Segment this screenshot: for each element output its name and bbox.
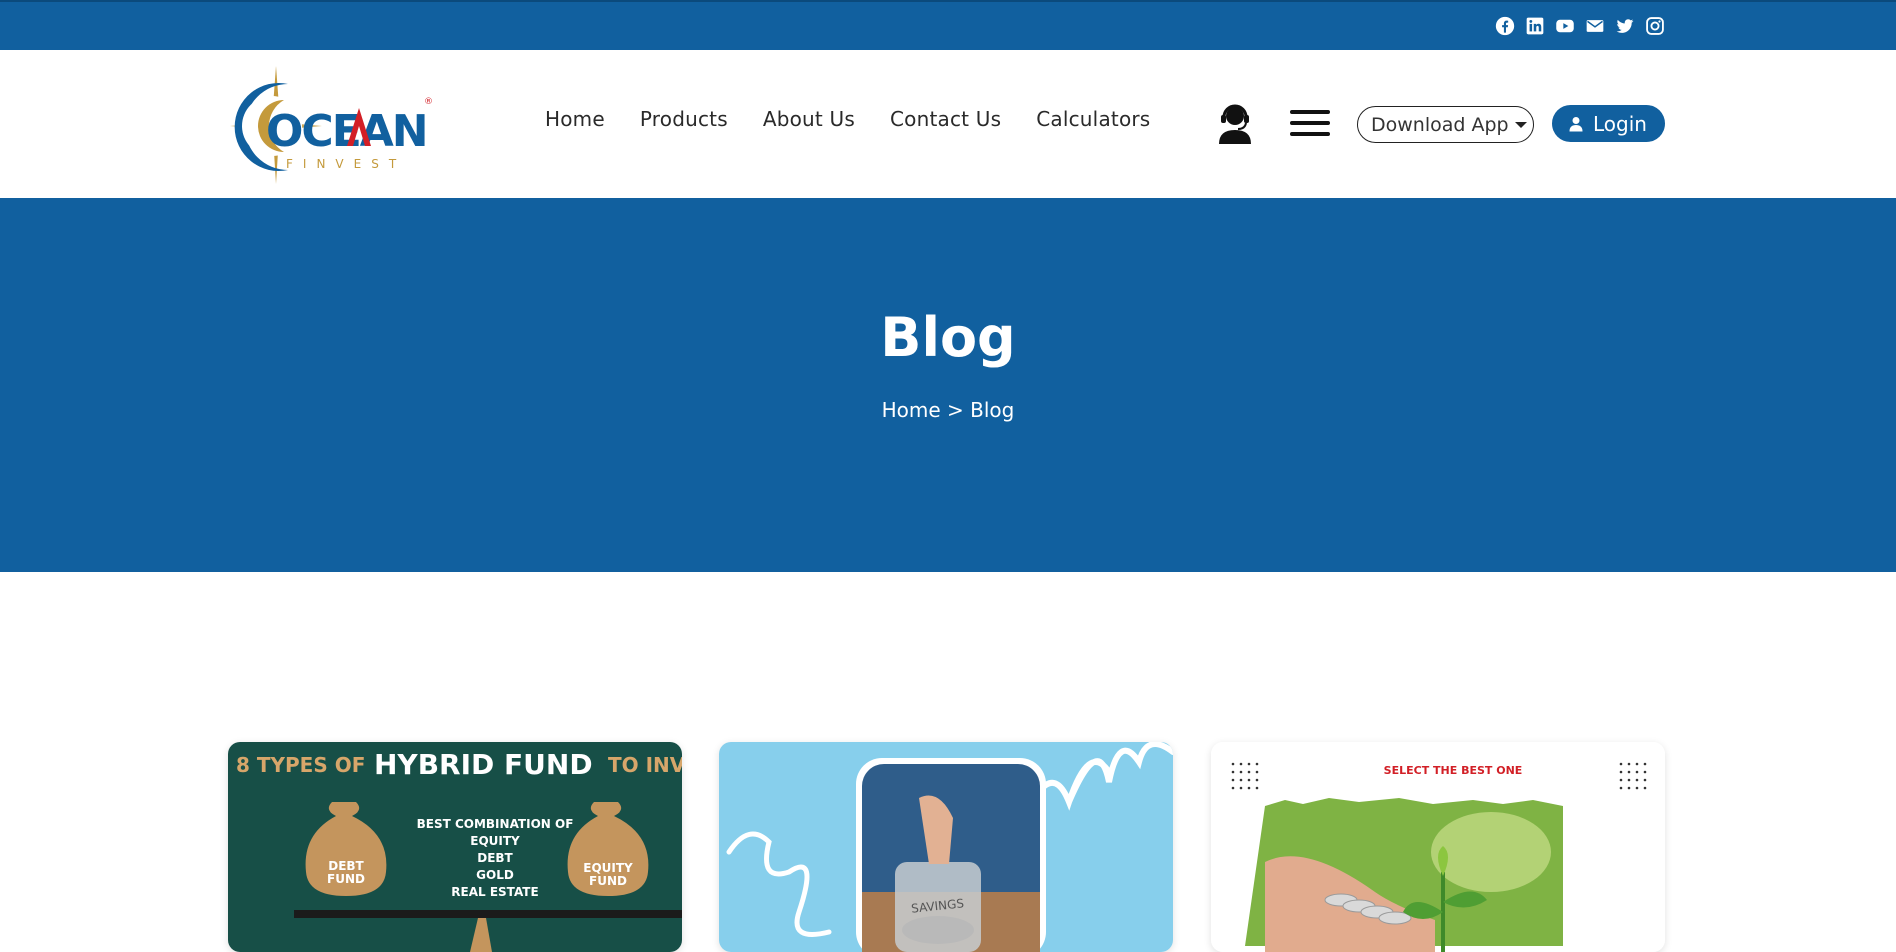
page-title: Blog [880,306,1016,369]
svg-text:TO INV: TO INV [608,753,682,777]
blog-card-savings[interactable]: SAVINGS [719,742,1173,952]
svg-text:SELECT THE BEST ONE: SELECT THE BEST ONE [1384,764,1523,777]
logo-wordmark: OCEAN [266,106,427,157]
main-nav: Home Products About Us Contact Us Calcul… [545,107,1150,131]
nav-contact-us[interactable]: Contact Us [890,107,1001,131]
hamburger-menu-icon[interactable] [1290,110,1330,138]
blog-card-select-best[interactable]: SELECT THE BEST ONE [1211,742,1665,952]
top-bar [0,0,1896,50]
twitter-icon[interactable] [1614,15,1636,37]
download-app-label: Download App [1371,113,1509,136]
mail-icon[interactable] [1584,15,1606,37]
breadcrumb-current: Blog [970,398,1015,422]
download-app-dropdown[interactable]: Download App [1357,106,1534,143]
svg-text:FINVEST: FINVEST [286,157,406,171]
ocean-finvest-logo[interactable]: OCEAN FINVEST ® [226,62,436,190]
nav-products[interactable]: Products [640,107,728,131]
svg-text:GOLD: GOLD [476,868,514,882]
svg-text:FUND: FUND [589,874,627,888]
social-links [1494,15,1666,37]
plant-coins-image: SELECT THE BEST ONE [1211,742,1665,952]
svg-text:8 TYPES OF: 8 TYPES OF [236,753,365,777]
facebook-icon[interactable] [1494,15,1516,37]
svg-text:REAL ESTATE: REAL ESTATE [451,885,538,899]
breadcrumb-home[interactable]: Home [882,398,941,422]
nav-calculators[interactable]: Calculators [1036,107,1150,131]
svg-text:BEST COMBINATION OF: BEST COMBINATION OF [417,817,574,831]
svg-text:FUND: FUND [327,872,365,886]
nav-home[interactable]: Home [545,107,605,131]
user-icon [1569,116,1583,131]
page-hero: Blog Home > Blog [0,198,1896,572]
youtube-icon[interactable] [1554,15,1576,37]
nav-about-us[interactable]: About Us [763,107,855,131]
linkedin-icon[interactable] [1524,15,1546,37]
savings-jar-image: SAVINGS [719,742,1173,952]
svg-text:®: ® [424,97,433,107]
site-header: OCEAN FINVEST ® Home Products About Us C… [0,50,1896,198]
svg-text:HYBRID FUND: HYBRID FUND [374,748,593,781]
hybrid-fund-image: 8 TYPES OF HYBRID FUND TO INV DEBT FUND … [228,742,682,952]
customer-support-icon[interactable] [1215,102,1255,144]
blog-card-grid: 8 TYPES OF HYBRID FUND TO INV DEBT FUND … [228,742,1665,952]
blog-card-hybrid-fund[interactable]: 8 TYPES OF HYBRID FUND TO INV DEBT FUND … [228,742,682,952]
instagram-icon[interactable] [1644,15,1666,37]
svg-text:EQUITY: EQUITY [583,861,633,875]
caret-down-icon [1514,121,1527,128]
breadcrumb: Home > Blog [0,398,1896,422]
svg-text:DEBT: DEBT [477,851,513,865]
svg-text:DEBT: DEBT [328,859,364,873]
breadcrumb-separator: > [947,398,964,422]
login-label: Login [1593,111,1647,136]
login-button[interactable]: Login [1552,105,1665,142]
svg-text:EQUITY: EQUITY [470,834,520,848]
